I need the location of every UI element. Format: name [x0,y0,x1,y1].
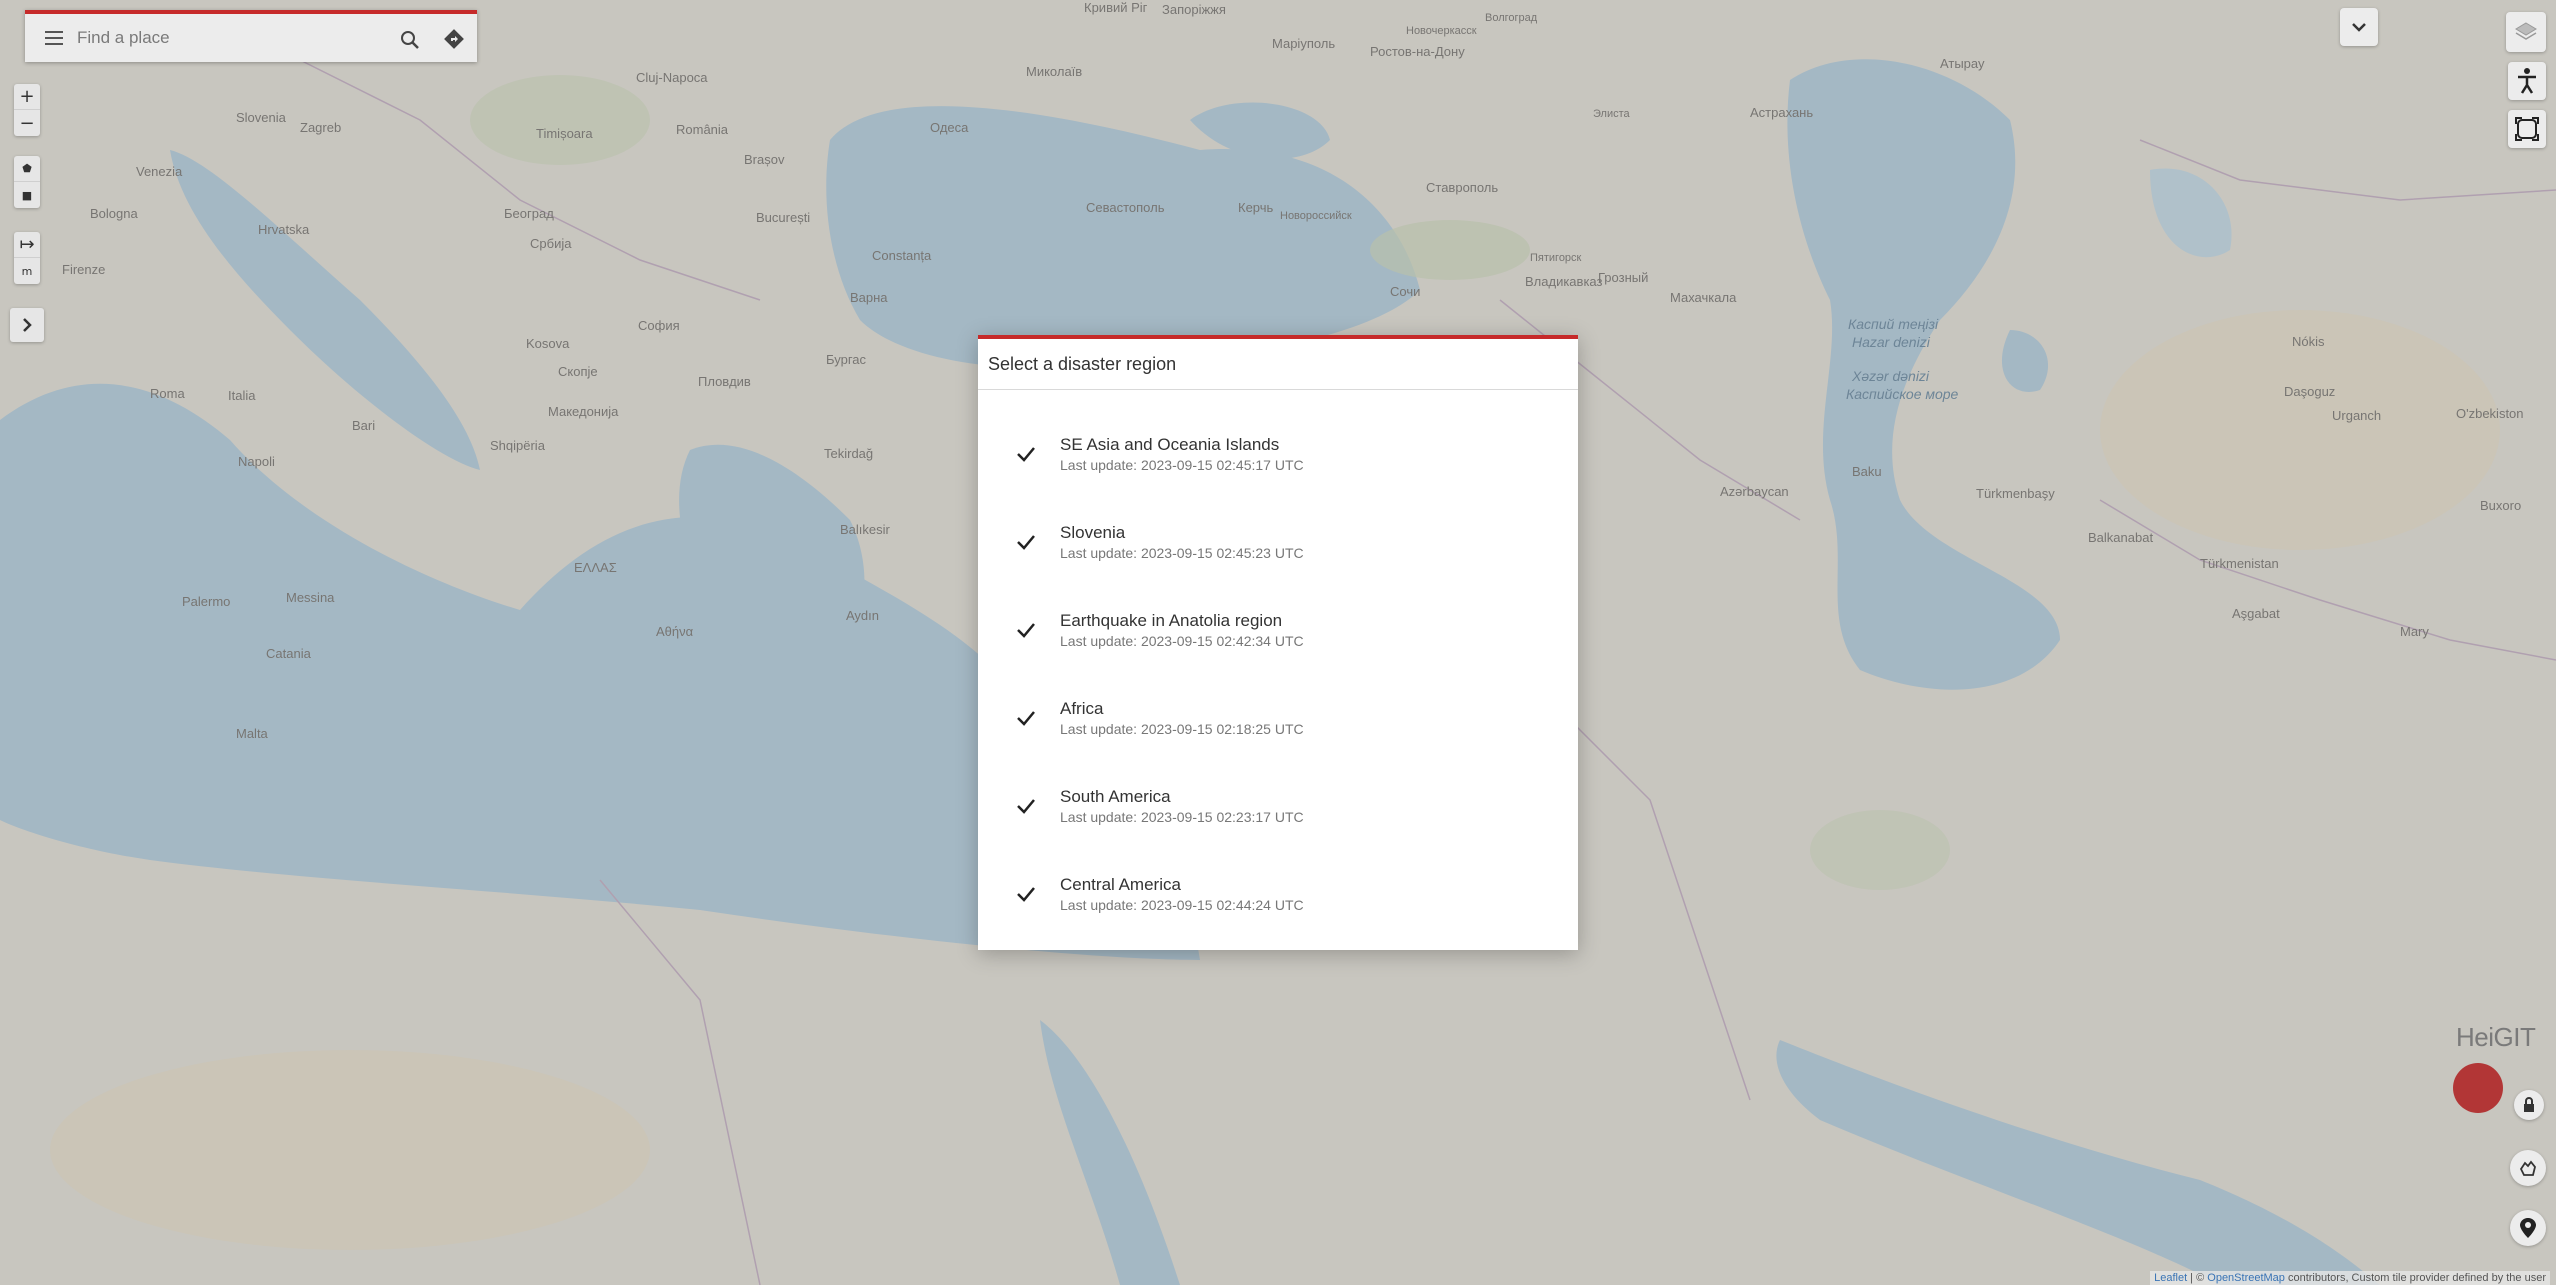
zoom-out-button[interactable]: − [14,110,40,136]
region-list: SE Asia and Oceania Islands Last update:… [978,390,1578,938]
feedback-button[interactable] [2510,1150,2546,1186]
collapse-toggle-button[interactable] [2340,8,2378,46]
search-box [25,10,477,62]
osm-link[interactable]: OpenStreetMap [2207,1272,2285,1284]
region-last-update: Last update: 2023-09-15 02:45:23 UTC [1060,545,1304,561]
search-input[interactable] [75,27,399,49]
check-icon [1017,887,1035,902]
layers-icon [2515,22,2537,40]
fullscreen-button[interactable] [2508,110,2546,148]
directions-icon[interactable] [442,27,466,51]
region-name: Central America [1060,875,1181,894]
region-last-update: Last update: 2023-09-15 02:42:34 UTC [1060,633,1304,649]
accessibility-button[interactable] [2508,62,2546,100]
measure-button[interactable]: ↦ [14,232,40,258]
region-item-se-asia[interactable]: SE Asia and Oceania Islands Last update:… [978,410,1578,498]
lock-icon [2524,1097,2534,1112]
region-item-anatolia[interactable]: Earthquake in Anatolia region Last updat… [978,586,1578,674]
check-icon [1017,535,1035,550]
accessibility-icon [2518,68,2536,94]
chevron-down-icon [2352,23,2366,32]
region-last-update: Last update: 2023-09-15 02:44:24 UTC [1060,897,1304,913]
zoom-control: + − [14,84,40,136]
fullscreen-icon [2515,117,2539,141]
measure-control: ↦ m [14,232,40,284]
heigit-logo: HeiGIT [2456,1022,2536,1052]
layers-button[interactable] [2506,12,2546,52]
region-item-slovenia[interactable]: Slovenia Last update: 2023-09-15 02:45:2… [978,498,1578,586]
hand-icon [2519,1160,2536,1176]
check-icon [1017,623,1035,638]
region-name: Slovenia [1060,523,1126,542]
region-item-south-america[interactable]: South America Last update: 2023-09-15 02… [978,762,1578,850]
draw-control: ⬟ ■ [14,156,40,208]
dialog-title: Select a disaster region [978,339,1578,390]
status-indicator-button[interactable] [2453,1063,2503,1113]
check-icon [1017,447,1035,462]
attribution-separator: | © [2187,1272,2208,1284]
draw-rectangle-button[interactable]: ■ [14,182,40,208]
check-icon [1017,711,1035,726]
region-name: SE Asia and Oceania Islands [1060,435,1280,454]
check-icon [1017,799,1035,814]
region-name: South America [1060,787,1171,806]
region-name: Africa [1060,699,1104,718]
leaflet-link[interactable]: Leaflet [2154,1272,2187,1284]
map-attribution: Leaflet | © OpenStreetMap contributors, … [2150,1271,2550,1285]
region-last-update: Last update: 2023-09-15 02:45:17 UTC [1060,457,1304,473]
chevron-right-icon [23,318,32,332]
draw-polygon-button[interactable]: ⬟ [14,156,40,182]
zoom-in-button[interactable]: + [14,84,40,110]
region-name: Earthquake in Anatolia region [1060,611,1283,630]
measure-unit-button[interactable]: m [14,258,40,284]
region-item-central-america[interactable]: Central America Last update: 2023-09-15 … [978,850,1578,938]
region-item-africa[interactable]: Africa Last update: 2023-09-15 02:18:25 … [978,674,1578,762]
expand-panel-button[interactable] [10,308,44,342]
location-pin-icon [2520,1218,2536,1238]
region-last-update: Last update: 2023-09-15 02:18:25 UTC [1060,721,1304,737]
lock-button[interactable] [2514,1090,2544,1120]
locate-button[interactable] [2510,1210,2546,1246]
region-select-dialog: Select a disaster region SE Asia and Oce… [978,335,1578,950]
search-icon[interactable] [400,30,420,50]
region-last-update: Last update: 2023-09-15 02:23:17 UTC [1060,809,1304,825]
attribution-text: contributors, Custom tile provider defin… [2284,1272,2546,1284]
hamburger-menu-icon[interactable] [45,31,63,45]
